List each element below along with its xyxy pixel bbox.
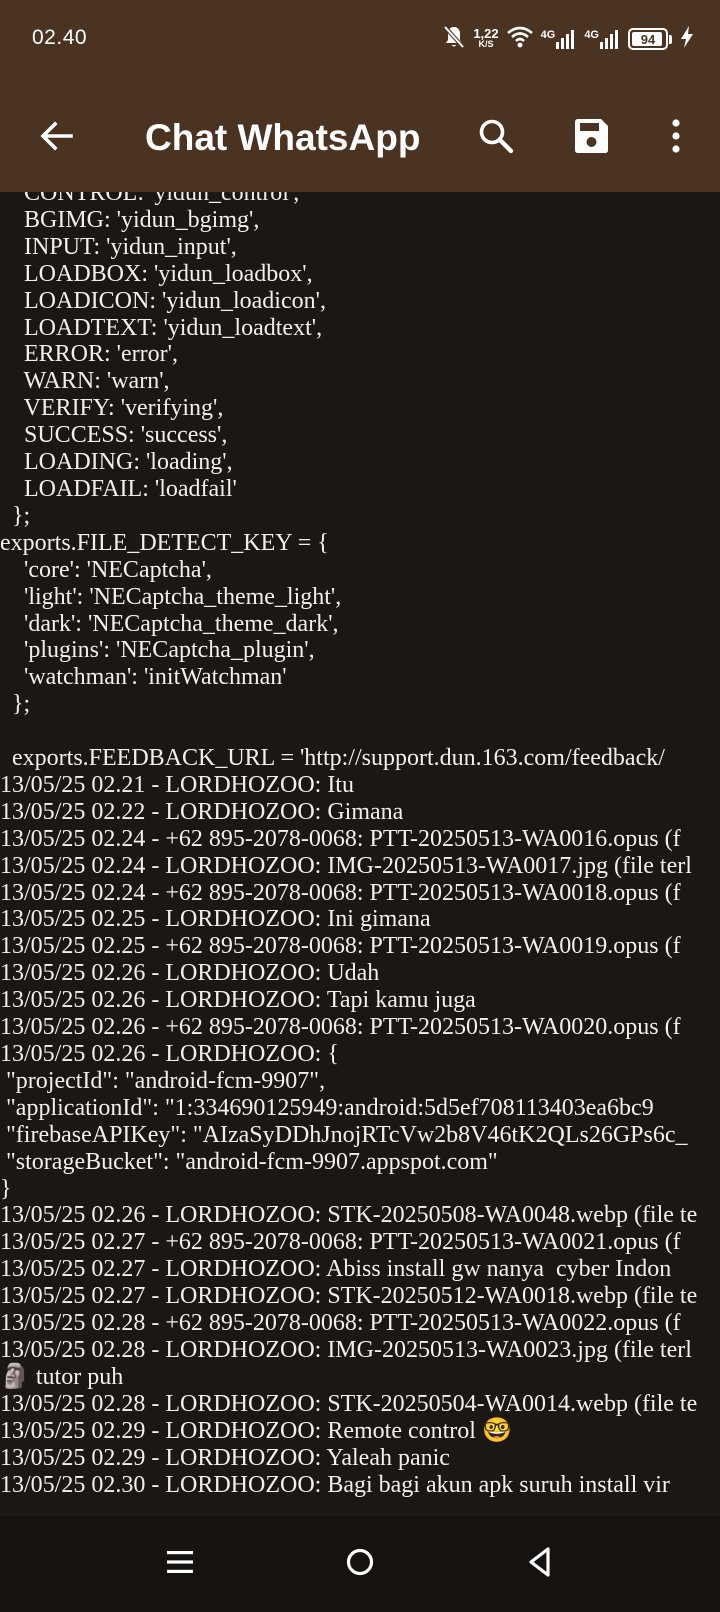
text-line: 13/05/25 02.21 - LORDHOZOO: Itu bbox=[0, 771, 354, 798]
text-line: "storageBucket": "android-fcm-9907.appsp… bbox=[0, 1148, 498, 1175]
wifi-icon bbox=[506, 26, 533, 52]
chat-text-body: CONTROL: 'yidun_control', BGIMG: 'yidun_… bbox=[0, 192, 697, 1498]
network-speed: 1,22 K/S bbox=[473, 26, 499, 50]
text-line: LOADFAIL: 'loadfail' bbox=[0, 475, 237, 502]
text-line: } bbox=[0, 1175, 12, 1202]
save-icon bbox=[572, 117, 610, 159]
chat-export-text-viewer[interactable]: CONTROL: 'yidun_control', BGIMG: 'yidun_… bbox=[0, 192, 720, 1516]
text-line: 13/05/25 02.27 - LORDHOZOO: STK-20250512… bbox=[0, 1283, 698, 1310]
text-line: exports.FILE_DETECT_KEY = { bbox=[0, 529, 329, 556]
text-line: 13/05/25 02.24 - +62 895-2078-0068: PTT-… bbox=[0, 825, 681, 852]
signal-4g-icon: 4G bbox=[584, 28, 620, 50]
text-line: 'watchman': 'initWatchman' bbox=[0, 664, 287, 691]
page-title: Chat WhatsApp bbox=[145, 117, 421, 158]
text-line: 13/05/25 02.29 - LORDHOZOO: Yaleah panic bbox=[0, 1444, 450, 1471]
text-line: VERIFY: 'verifying', bbox=[0, 395, 224, 422]
back-button[interactable] bbox=[30, 112, 82, 164]
recents-button[interactable] bbox=[150, 1536, 210, 1592]
text-line: WARN: 'warn', bbox=[0, 368, 170, 395]
text-line: LOADING: 'loading', bbox=[0, 449, 233, 476]
charging-bolt-icon bbox=[680, 25, 694, 53]
text-line: 'plugins': 'NECaptcha_plugin', bbox=[0, 637, 315, 664]
text-line: LOADICON: 'yidun_loadicon', bbox=[0, 287, 326, 314]
network-speed-unit: K/S bbox=[478, 39, 494, 49]
text-line: 'light': 'NECaptcha_theme_light', bbox=[0, 583, 342, 610]
text-line: }; bbox=[0, 691, 31, 718]
text-line: 13/05/25 02.28 - LORDHOZOO: STK-20250504… bbox=[0, 1390, 698, 1417]
text-line: "applicationId": "1:334690125949:android… bbox=[0, 1094, 654, 1121]
text-line: ERROR: 'error', bbox=[0, 341, 178, 368]
text-line: BGIMG: 'yidun_bgimg', bbox=[0, 206, 260, 233]
text-line: 13/05/25 02.27 - LORDHOZOO: Abiss instal… bbox=[0, 1256, 672, 1283]
text-line: 13/05/25 02.28 - LORDHOZOO: IMG-20250513… bbox=[0, 1336, 692, 1363]
text-line: 13/05/25 02.25 - LORDHOZOO: Ini gimana bbox=[0, 906, 431, 933]
text-line: }; bbox=[0, 502, 31, 529]
text-line: LOADBOX: 'yidun_loadbox', bbox=[0, 260, 313, 287]
text-line: 13/05/25 02.22 - LORDHOZOO: Gimana bbox=[0, 798, 404, 825]
recents-icon bbox=[166, 1549, 194, 1579]
battery-level: 94 bbox=[640, 31, 656, 47]
home-button[interactable] bbox=[330, 1536, 390, 1592]
status-bar: 02.40 1,22 K/S 4G 4G 94 bbox=[0, 0, 720, 82]
more-options-button[interactable] bbox=[648, 110, 704, 166]
text-line: 13/05/25 02.29 - LORDHOZOO: Remote contr… bbox=[0, 1417, 512, 1444]
text-line: 13/05/25 02.24 - +62 895-2078-0068: PTT-… bbox=[0, 879, 681, 906]
text-line: 13/05/25 02.26 - LORDHOZOO: STK-20250508… bbox=[0, 1202, 698, 1229]
battery-icon: 94 bbox=[628, 28, 668, 50]
signal-4g-icon: 4G bbox=[541, 28, 577, 50]
dnd-bell-off-icon bbox=[443, 25, 465, 53]
text-line: 13/05/25 02.26 - +62 895-2078-0068: PTT-… bbox=[0, 1014, 681, 1041]
text-line: 🗿 tutor puh bbox=[0, 1363, 124, 1390]
text-line: 13/05/25 02.24 - LORDHOZOO: IMG-20250513… bbox=[0, 852, 692, 879]
search-icon bbox=[477, 117, 515, 159]
system-navigation-bar bbox=[0, 1516, 720, 1612]
status-time: 02.40 bbox=[32, 26, 88, 49]
app-toolbar: Chat WhatsApp bbox=[0, 82, 720, 192]
text-line: exports.FEEDBACK_URL = 'http://support.d… bbox=[0, 745, 665, 772]
text-line: 13/05/25 02.26 - LORDHOZOO: Tapi kamu ju… bbox=[0, 987, 476, 1014]
text-line: LOADTEXT: 'yidun_loadtext', bbox=[0, 314, 323, 341]
save-button[interactable] bbox=[563, 110, 619, 166]
home-icon bbox=[345, 1547, 375, 1581]
text-line: CONTROL: 'yidun_control', bbox=[0, 192, 300, 206]
text-line: 13/05/25 02.27 - +62 895-2078-0068: PTT-… bbox=[0, 1229, 681, 1256]
text-line: INPUT: 'yidun_input', bbox=[0, 233, 237, 260]
text-line: SUCCESS: 'success', bbox=[0, 422, 228, 449]
network-type-2: 4G bbox=[584, 29, 599, 41]
text-line: 'core': 'NECaptcha', bbox=[0, 556, 212, 583]
network-type-1: 4G bbox=[540, 29, 556, 41]
text-line: 'dark': 'NECaptcha_theme_dark', bbox=[0, 610, 339, 637]
back-icon bbox=[526, 1546, 554, 1582]
text-line: 13/05/25 02.25 - +62 895-2078-0068: PTT-… bbox=[0, 933, 681, 960]
text-line: 13/05/25 02.26 - LORDHOZOO: { bbox=[0, 1041, 339, 1067]
text-line bbox=[0, 718, 697, 745]
battery-cap bbox=[669, 34, 672, 44]
network-speed-value: 1,22 bbox=[473, 26, 499, 41]
text-line: 13/05/25 02.28 - +62 895-2078-0068: PTT-… bbox=[0, 1310, 681, 1337]
search-button[interactable] bbox=[468, 110, 524, 166]
status-icons: 1,22 K/S 4G 4G 94 bbox=[443, 24, 694, 54]
text-line: 13/05/25 02.30 - LORDHOZOO: Bagi bagi ak… bbox=[0, 1471, 670, 1498]
back-nav-button[interactable] bbox=[510, 1536, 570, 1592]
more-vert-icon bbox=[670, 118, 682, 158]
text-line: "projectId": "android-fcm-9907", bbox=[0, 1067, 326, 1094]
text-line: 13/05/25 02.26 - LORDHOZOO: Udah bbox=[0, 960, 380, 987]
back-arrow-icon bbox=[38, 118, 74, 158]
text-line: "firebaseAPIKey": "AIzaSyDDhJnojRTcVw2b8… bbox=[0, 1121, 688, 1148]
